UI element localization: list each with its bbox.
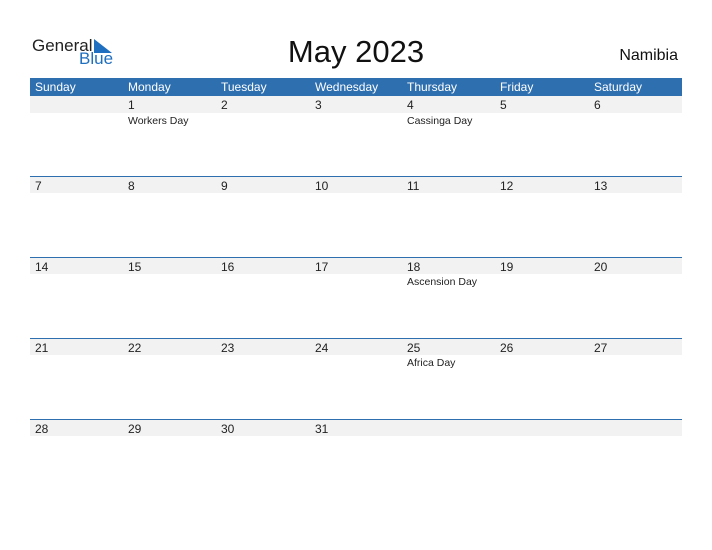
day-number: 12 <box>500 179 514 193</box>
day-number: 22 <box>128 341 142 355</box>
day-number: 3 <box>315 98 322 112</box>
day-number: 25 <box>407 341 421 355</box>
day-number: 27 <box>594 341 608 355</box>
day-number: 14 <box>35 260 49 274</box>
day-number: 17 <box>315 260 329 274</box>
weekday-sunday: Sunday <box>35 80 76 94</box>
day-number: 15 <box>128 260 142 274</box>
day-number: 21 <box>35 341 49 355</box>
day-number: 20 <box>594 260 608 274</box>
week-row: 21 22 23 24 25 Africa Day 26 27 <box>30 338 682 419</box>
week-row: 14 15 16 17 18 Ascension Day 19 20 <box>30 257 682 338</box>
day-number: 5 <box>500 98 507 112</box>
weekday-saturday: Saturday <box>594 80 643 94</box>
day-number: 24 <box>315 341 329 355</box>
page-title: May 2023 <box>287 34 425 69</box>
day-number: 28 <box>35 422 49 436</box>
weekday-monday: Monday <box>128 80 171 94</box>
holiday-label: Workers Day <box>128 115 189 127</box>
day-number: 30 <box>221 422 235 436</box>
day-number: 7 <box>35 179 42 193</box>
day-number: 8 <box>128 179 135 193</box>
day-number: 26 <box>500 341 514 355</box>
day-number: 31 <box>315 422 329 436</box>
day-number: 6 <box>594 98 601 112</box>
day-number: 9 <box>221 179 228 193</box>
weekday-thursday: Thursday <box>407 80 458 94</box>
day-number: 16 <box>221 260 235 274</box>
week-row: 1 Workers Day 2 3 4 Cassinga Day 5 6 <box>30 96 682 177</box>
day-number: 13 <box>594 179 608 193</box>
holiday-label: Cassinga Day <box>407 115 473 127</box>
weekday-header: Sunday Monday Tuesday Wednesday Thursday Frid… <box>30 78 682 96</box>
week-row: 28 29 30 31 <box>30 419 682 500</box>
weekday-wednesday: Wednesday <box>315 80 379 94</box>
day-number: 11 <box>407 179 420 193</box>
day-number: 19 <box>500 260 514 274</box>
day-number: 23 <box>221 341 235 355</box>
day-number: 1 <box>128 98 135 112</box>
country-label: Namibia <box>619 47 678 64</box>
day-number: 2 <box>221 98 228 112</box>
weekday-tuesday: Tuesday <box>221 80 267 94</box>
weekday-friday: Friday <box>500 80 534 94</box>
day-number: 29 <box>128 422 142 436</box>
day-number: 18 <box>407 260 421 274</box>
holiday-label: Ascension Day <box>407 276 478 288</box>
day-number: 4 <box>407 98 414 112</box>
week-row: 7 8 9 10 11 12 13 <box>30 176 682 257</box>
day-number: 10 <box>315 179 329 193</box>
holiday-label: Africa Day <box>407 357 456 369</box>
